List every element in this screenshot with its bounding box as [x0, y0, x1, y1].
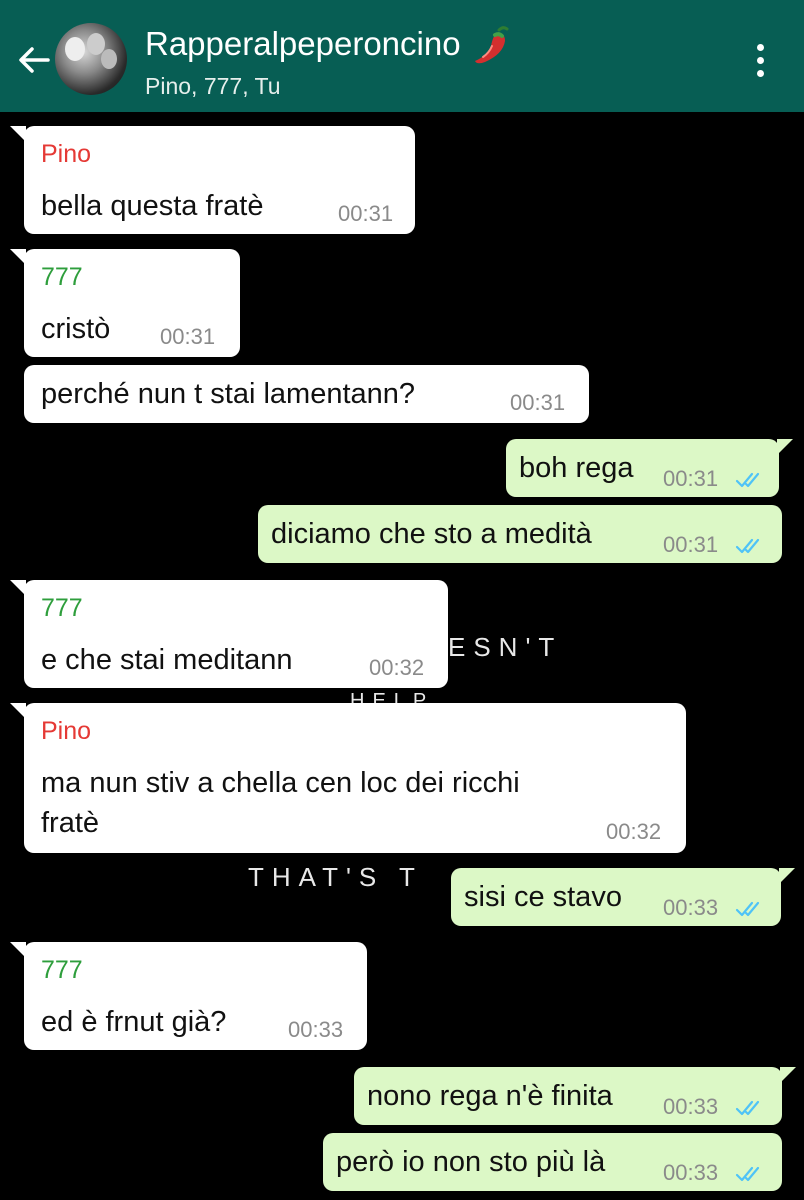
- arrow-left-icon[interactable]: [14, 40, 54, 80]
- message-bubble-incoming[interactable]: 777 cristò 00:31: [10, 249, 240, 357]
- wallpaper-text-1: ESN'T: [448, 632, 563, 662]
- wallpaper-text-3: THAT'S T: [248, 862, 423, 892]
- message-bubble-incoming[interactable]: Pino ma nun stiv a chella cen loc dei ri…: [10, 703, 686, 853]
- message-time: 00:31: [160, 324, 216, 349]
- message-bubble-outgoing[interactable]: nono rega n'è finita 00:33: [354, 1067, 796, 1125]
- message-text: e che stai meditann: [41, 644, 293, 676]
- group-title-text: Rapperalpeperoncino: [145, 25, 461, 62]
- group-title[interactable]: Rapperalpeperoncino: [145, 24, 513, 68]
- message-time: 00:33: [663, 895, 719, 920]
- message-time: 00:31: [663, 466, 719, 491]
- message-bubble-outgoing[interactable]: sisi ce stavo 00:33: [451, 868, 795, 926]
- message-text: cristò: [41, 313, 111, 345]
- message-time: 00:32: [606, 819, 662, 844]
- message-bubble-incoming[interactable]: perché nun t stai lamentann? 00:31: [24, 365, 589, 423]
- hot-pepper-icon: [474, 26, 509, 64]
- message-time: 00:33: [663, 1094, 719, 1119]
- message-bubble-incoming[interactable]: Pino bella questa fratè 00:31: [10, 126, 415, 234]
- message-text-line-2: fratè: [41, 807, 100, 839]
- chat-header: Rapperalpeperoncino Pino, 777, Tu: [0, 0, 804, 112]
- read-receipt-icon: [735, 1100, 760, 1116]
- message-time: 00:32: [369, 655, 425, 680]
- message-sender: 777: [41, 263, 83, 291]
- wallpaper-text-2: HELP: [350, 690, 435, 704]
- message-text-line-1: ma nun stiv a chella cen loc dei ricchi: [41, 767, 520, 799]
- message-sender: Pino: [41, 140, 92, 168]
- more-vertical-icon[interactable]: [748, 40, 772, 80]
- message-bubble-outgoing[interactable]: diciamo che sto a medità 00:31: [258, 505, 782, 563]
- message-time: 00:31: [510, 390, 566, 415]
- group-members: Pino, 777, Tu: [145, 73, 281, 99]
- message-sender: 777: [41, 956, 83, 984]
- read-receipt-icon: [735, 901, 760, 917]
- message-text: nono rega n'è finita: [367, 1080, 613, 1112]
- message-text: diciamo che sto a medità: [271, 518, 592, 550]
- message-bubble-incoming[interactable]: 777 e che stai meditann 00:32: [10, 580, 448, 688]
- message-text: sisi ce stavo: [464, 881, 622, 913]
- message-text: bella questa fratè: [41, 190, 264, 222]
- read-receipt-icon: [735, 472, 760, 488]
- message-time: 00:31: [663, 532, 719, 557]
- message-time: 00:33: [663, 1160, 719, 1185]
- message-bubble-outgoing[interactable]: però io non sto più là 00:33: [323, 1133, 782, 1191]
- read-receipt-icon: [735, 1166, 760, 1182]
- message-bubble-outgoing[interactable]: boh rega 00:31: [506, 439, 793, 497]
- message-sender: 777: [41, 594, 83, 622]
- message-text: però io non sto più là: [336, 1146, 606, 1178]
- message-text: perché nun t stai lamentann?: [41, 378, 416, 410]
- message-bubble-incoming[interactable]: 777 ed è frnut già? 00:33: [10, 942, 367, 1050]
- read-receipt-icon: [735, 538, 760, 554]
- message-text: ed è frnut già?: [41, 1006, 227, 1038]
- message-time: 00:33: [288, 1017, 344, 1042]
- message-sender: Pino: [41, 717, 92, 745]
- message-time: 00:31: [338, 201, 394, 226]
- message-text: boh rega: [519, 452, 634, 484]
- group-avatar[interactable]: [55, 23, 127, 95]
